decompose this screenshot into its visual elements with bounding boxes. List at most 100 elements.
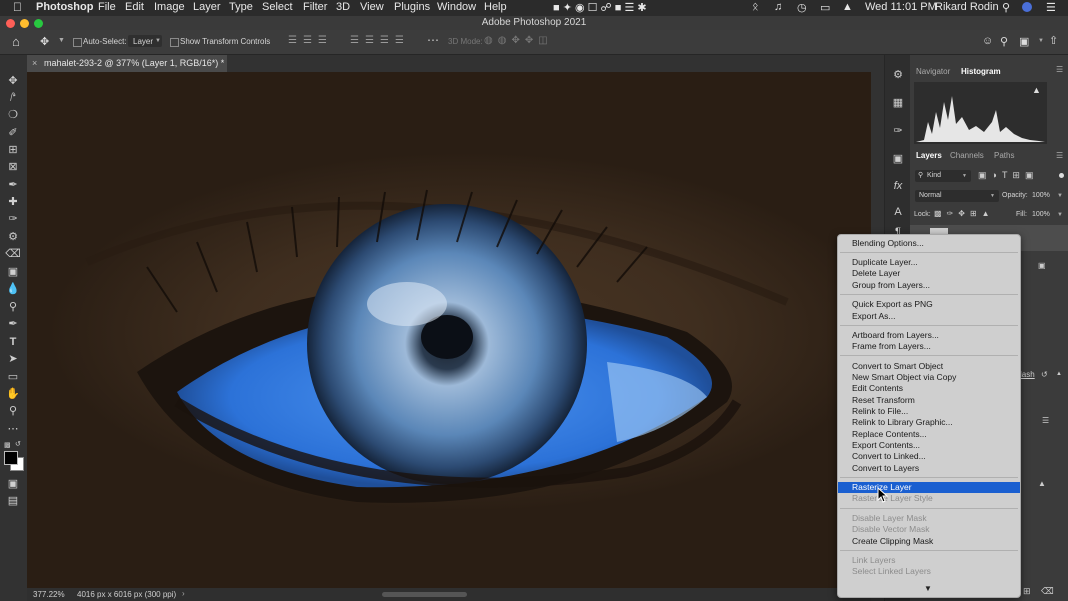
tab-layers[interactable]: Layers — [916, 151, 942, 160]
lasso-tool-icon[interactable]: ❍ — [5, 108, 21, 122]
menu-type[interactable]: Type — [229, 1, 253, 13]
close-tab-icon[interactable]: × — [32, 58, 37, 68]
wifi-icon[interactable]: ▲ — [842, 1, 853, 13]
distribute-buttons-icon[interactable]: ☰☰☰☰ — [350, 35, 410, 46]
menu-item-reset-transform[interactable]: Reset Transform — [838, 395, 1020, 406]
3d-mode-icons[interactable]: ◍◍✥✥◫ — [484, 35, 553, 46]
menu-item-blending-options[interactable]: Blending Options... — [838, 238, 1020, 249]
siri-icon[interactable] — [1022, 2, 1032, 12]
zoom-level[interactable]: 377.22% — [33, 590, 65, 599]
menu-select[interactable]: Select — [262, 1, 293, 13]
blur-tool-icon[interactable]: 💧 — [5, 282, 21, 296]
menu-item-delete-layer[interactable]: Delete Layer — [838, 268, 1020, 279]
spotlight-icon[interactable]: ⚲ — [1002, 1, 1010, 14]
path-select-tool-icon[interactable]: ➤ — [5, 352, 21, 366]
menu-item-convert-to-smart-object[interactable]: Convert to Smart Object — [838, 361, 1020, 372]
gradient-tool-icon[interactable]: ▣ — [5, 265, 21, 279]
menu-item-convert-to-linked[interactable]: Convert to Linked... — [838, 451, 1020, 462]
zoom-tool-icon[interactable]: ⚲ — [5, 404, 21, 418]
pen-tool-icon[interactable]: ✒ — [5, 317, 21, 331]
move-tool-icon[interactable]: ✥ — [5, 74, 21, 88]
menu-item-create-clipping-mask[interactable]: Create Clipping Mask — [838, 536, 1020, 547]
tab-navigator[interactable]: Navigator — [916, 67, 950, 76]
menu-help[interactable]: Help — [484, 1, 507, 13]
document-canvas[interactable] — [27, 72, 871, 588]
tool-preset-chevron-icon[interactable]: ▼ — [58, 37, 65, 44]
menu-item-new-smart-object-via-copy[interactable]: New Smart Object via Copy — [838, 372, 1020, 383]
rectangle-tool-icon[interactable]: ▭ — [5, 370, 21, 384]
move-tool-icon[interactable]: ✥ — [40, 35, 49, 48]
marquee-tool-icon[interactable]: ⭚ — [5, 91, 21, 105]
dodge-tool-icon[interactable]: ⚲ — [5, 300, 21, 314]
document-tab[interactable]: × mahalet-293-2 @ 377% (Layer 1, RGB/16*… — [27, 55, 227, 72]
tab-paths[interactable]: Paths — [994, 151, 1014, 160]
foreground-color-swatch[interactable] — [4, 451, 18, 465]
clone-stamp-tool-icon[interactable]: ⚙ — [5, 230, 21, 244]
status-icons[interactable]: ■ ✦ ◉ ☐ ☍ ■ ☰ ✱ — [553, 1, 647, 14]
menu-item-group-from-layers[interactable]: Group from Layers... — [838, 280, 1020, 291]
auto-select-dropdown[interactable]: Layer ▼ — [128, 35, 162, 47]
battery-icon[interactable]: ▭ — [820, 1, 830, 14]
opacity-chevron-icon[interactable]: ▼ — [1057, 193, 1063, 199]
delete-layer-icon[interactable]: ⌫ — [1041, 586, 1054, 597]
screen-mode-icon[interactable]: ▤ — [5, 494, 21, 508]
brushes-icon[interactable]: ✑ — [890, 124, 906, 138]
time-machine-icon[interactable]: ◷ — [797, 1, 807, 14]
default-colors-icon[interactable]: ▩ — [4, 441, 11, 449]
lock-icons[interactable]: ▩✑✥⊞▲ — [934, 209, 995, 218]
control-center-icon[interactable]: ☰ — [1046, 1, 1056, 14]
workspace-chevron-icon[interactable]: ▼ — [1038, 38, 1044, 44]
crop-tool-icon[interactable]: ⊞ — [5, 143, 21, 157]
type-tool-icon[interactable]: T — [5, 335, 21, 349]
healing-brush-tool-icon[interactable]: ✚ — [5, 195, 21, 209]
character-icon[interactable]: A — [890, 206, 906, 220]
menu-image[interactable]: Image — [154, 1, 185, 13]
more-options-icon[interactable]: ⋯ — [427, 33, 439, 47]
menu-edit[interactable]: Edit — [125, 1, 144, 13]
workspace-icon[interactable]: ▣ — [1019, 35, 1029, 48]
tab-histogram[interactable]: Histogram — [961, 67, 1001, 76]
align-buttons-icon[interactable]: ☰☰☰ — [288, 35, 333, 46]
panel-menu-icon[interactable]: ☰ — [1056, 65, 1063, 74]
learn-icon[interactable]: ⚙ — [890, 68, 906, 82]
menu-item-artboard-from-layers[interactable]: Artboard from Layers... — [838, 330, 1020, 341]
menu-window[interactable]: Window — [437, 1, 476, 13]
hand-tool-icon[interactable]: ✋ — [5, 387, 21, 401]
search-icon[interactable]: ⚲ — [1000, 35, 1008, 48]
quick-select-tool-icon[interactable]: ✐ — [5, 126, 21, 140]
warning-icon[interactable]: ▲ — [1032, 85, 1041, 95]
quick-mask-icon[interactable]: ▣ — [5, 477, 21, 491]
menubar-clock[interactable]: Wed 11:01 PM — [865, 1, 937, 13]
fill-value[interactable]: 100% — [1032, 211, 1050, 218]
apple-icon[interactable]:  — [13, 0, 22, 14]
filter-toggle[interactable] — [1059, 173, 1064, 178]
menu-scroll-down-icon[interactable]: ▼ — [924, 584, 932, 593]
tab-channels[interactable]: Channels — [950, 151, 984, 160]
app-menu[interactable]: Photoshop — [36, 1, 93, 13]
menu-item-quick-export-as-png[interactable]: Quick Export as PNG — [838, 299, 1020, 310]
menu-item-frame-from-layers[interactable]: Frame from Layers... — [838, 341, 1020, 352]
blend-mode-dropdown[interactable]: Normal ▼ — [915, 190, 999, 202]
menu-item-relink-to-library-graphic[interactable]: Relink to Library Graphic... — [838, 417, 1020, 428]
eyedropper-tool-icon[interactable]: ✒ — [5, 178, 21, 192]
menu-filter[interactable]: Filter — [303, 1, 327, 13]
menu-file[interactable]: File — [98, 1, 116, 13]
menu-view[interactable]: View — [360, 1, 384, 13]
brush-tool-icon[interactable]: ✑ — [5, 212, 21, 226]
home-icon[interactable]: ⌂ — [12, 34, 20, 49]
bluetooth-icon[interactable]: ᛟ — [752, 1, 759, 13]
layer-filter-kind[interactable]: ⚲ Kind ▼ — [915, 170, 971, 182]
document-info[interactable]: 4016 px x 6016 px (300 ppi) — [77, 590, 176, 599]
share-icon[interactable]: ⇧ — [1049, 34, 1058, 47]
new-layer-icon[interactable]: ⊞ — [1023, 586, 1031, 597]
menu-item-replace-contents[interactable]: Replace Contents... — [838, 429, 1020, 440]
auto-select-checkbox[interactable] — [73, 38, 82, 47]
swatches-icon[interactable]: ▦ — [890, 96, 906, 110]
menu-item-rasterize-layer[interactable]: Rasterize Layer — [838, 482, 1020, 493]
menu-item-relink-to-file[interactable]: Relink to File... — [838, 406, 1020, 417]
menubar-user[interactable]: Rikard Rodin — [935, 1, 999, 13]
menu-item-export-as[interactable]: Export As... — [838, 311, 1020, 322]
menu-item-duplicate-layer[interactable]: Duplicate Layer... — [838, 257, 1020, 268]
share-user-icon[interactable]: ☺ — [982, 35, 993, 47]
layer-filter-icons[interactable]: ▣◑T⊞▣ — [978, 170, 1038, 181]
